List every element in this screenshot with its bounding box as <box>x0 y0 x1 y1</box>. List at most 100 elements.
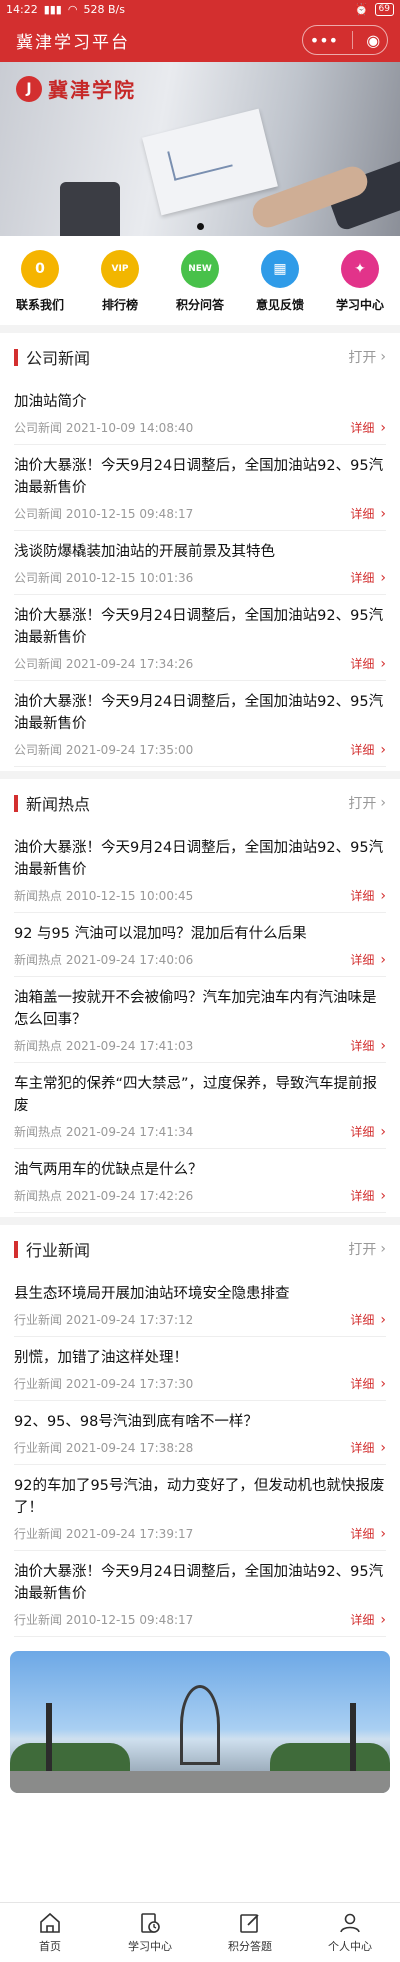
news-section-2: 行业新闻 打开 › 县生态环境局开展加油站环境安全隐患排查 行业新闻 2021-09-2… <box>0 1225 400 1637</box>
news-meta: 公司新闻 2021-10-09 14:08:40 <box>14 421 194 435</box>
quicknav-item-2[interactable]: NEW 积分问答 <box>164 250 236 313</box>
nav-bar: 冀津学习平台 ••• ◉ <box>0 18 400 62</box>
detail-link[interactable]: 详细 › <box>350 419 386 436</box>
chevron-right-icon: › <box>380 505 386 522</box>
section-title: 公司新闻 <box>26 349 91 368</box>
chevron-right-icon: › <box>380 1241 386 1257</box>
tab-0[interactable]: 首页 <box>10 1911 90 1954</box>
chevron-right-icon: › <box>380 1311 386 1328</box>
section-open-link[interactable]: 打开 › <box>348 793 386 813</box>
tab-label: 积分答题 <box>228 1940 272 1953</box>
section-title: 新闻热点 <box>26 795 91 814</box>
news-meta: 行业新闻 2021-09-24 17:39:17 <box>14 1527 194 1541</box>
detail-link[interactable]: 详细 › <box>350 1123 386 1140</box>
news-title: 92 与95 汽油可以混加吗？混加后有什么后果 <box>14 926 307 942</box>
compass-icon: ✦ <box>341 250 379 288</box>
news-section-0: 公司新闻 打开 › 加油站简介 公司新闻 2021-10-09 14:08:40 详细 › 油… <box>0 333 400 767</box>
news-item[interactable]: 油箱盖一按就开不会被偷吗？汽车加完油车内有汽油味是怎么回事？ 新闻热点 2021-… <box>14 977 386 1063</box>
news-title: 油气两用车的优缺点是什么？ <box>14 1162 203 1178</box>
calendar-icon: ▦ <box>261 250 299 288</box>
news-title: 92的车加了95号汽油，动力变好了，但发动机也就快报废了！ <box>14 1478 385 1516</box>
news-item[interactable]: 浅谈防爆橇装加油站的开展前景及其特色 公司新闻 2010-12-15 10:01:… <box>14 531 386 595</box>
detail-link[interactable]: 详细 › <box>350 505 386 522</box>
detail-link[interactable]: 详细 › <box>350 655 386 672</box>
detail-link[interactable]: 详细 › <box>350 741 386 758</box>
chevron-right-icon: › <box>380 1525 386 1542</box>
close-circle-icon[interactable]: ◉ <box>366 31 380 50</box>
chevron-right-icon: › <box>380 349 386 365</box>
logo-icon: J <box>16 75 42 102</box>
section-accent-bar <box>14 1240 18 1258</box>
quicknav-item-1[interactable]: VIP 排行榜 <box>84 250 156 313</box>
news-meta: 行业新闻 2010-12-15 09:48:17 <box>14 1613 194 1627</box>
detail-link[interactable]: 详细 › <box>350 1611 386 1628</box>
news-title: 县生态环境局开展加油站环境安全隐患排查 <box>14 1286 290 1302</box>
news-item[interactable]: 县生态环境局开展加油站环境安全隐患排查 行业新闻 2021-09-24 17:37… <box>14 1273 386 1337</box>
news-meta: 行业新闻 2021-09-24 17:37:12 <box>14 1313 194 1327</box>
news-item[interactable]: 油价大暴涨！今天9月24日调整后，全国加油站92、95汽油最新售价 新闻热点 20… <box>14 827 386 913</box>
chevron-right-icon: › <box>380 1123 386 1140</box>
news-title: 油价大暴涨！今天9月24日调整后，全国加油站92、95汽油最新售价 <box>14 458 384 496</box>
chevron-right-icon: › <box>380 1037 386 1054</box>
news-item[interactable]: 油气两用车的优缺点是什么？ 新闻热点 2021-09-24 17:42:26 详细 › <box>14 1149 386 1213</box>
quicknav-item-0[interactable]: 0 联系我们 <box>4 250 76 313</box>
tab-3[interactable]: 个人中心 <box>310 1911 390 1954</box>
bottom-banner[interactable] <box>10 1651 390 1793</box>
news-meta: 公司新闻 2021-09-24 17:34:26 <box>14 657 194 671</box>
news-meta: 行业新闻 2021-09-24 17:37:30 <box>14 1377 194 1391</box>
alarm-icon: ⏰ <box>354 2 369 16</box>
section-header: 公司新闻 打开 › <box>14 333 386 381</box>
section-open-link[interactable]: 打开 › <box>348 1239 386 1259</box>
detail-link[interactable]: 详细 › <box>350 951 386 968</box>
detail-link[interactable]: 详细 › <box>350 887 386 904</box>
study-clock-icon <box>141 1913 160 1933</box>
new-badge-icon: NEW <box>181 250 219 288</box>
news-title: 浅谈防爆橇装加油站的开展前景及其特色 <box>14 544 275 560</box>
detail-link[interactable]: 详细 › <box>350 1525 386 1542</box>
news-item[interactable]: 92的车加了95号汽油，动力变好了，但发动机也就快报废了！ 行业新闻 2021-0… <box>14 1465 386 1551</box>
section-header: 行业新闻 打开 › <box>14 1225 386 1273</box>
detail-link[interactable]: 详细 › <box>350 1037 386 1054</box>
chevron-right-icon: › <box>380 887 386 904</box>
news-item[interactable]: 92 与95 汽油可以混加吗？混加后有什么后果 新闻热点 2021-09-24 1… <box>14 913 386 977</box>
news-item[interactable]: 92、95、98号汽油到底有啥不一样？ 行业新闻 2021-09-24 17:38… <box>14 1401 386 1465</box>
detail-link[interactable]: 详细 › <box>350 1375 386 1392</box>
section-title: 行业新闻 <box>26 1241 91 1260</box>
quicknav-label: 积分问答 <box>175 298 224 312</box>
news-item[interactable]: 车主常犯的保养“四大禁忌”，过度保养，导致汽车提前报废 新闻热点 2021-09-… <box>14 1063 386 1149</box>
chevron-right-icon: › <box>380 1187 386 1204</box>
news-title: 92、95、98号汽油到底有啥不一样？ <box>14 1414 258 1430</box>
section-open-link[interactable]: 打开 › <box>348 347 386 367</box>
section-accent-bar <box>14 794 18 812</box>
news-item[interactable]: 油价大暴涨！今天9月24日调整后，全国加油站92、95汽油最新售价 公司新闻 20… <box>14 595 386 681</box>
tab-label: 首页 <box>39 1940 61 1953</box>
banner-indicator <box>0 223 400 230</box>
news-item[interactable]: 油价大暴涨！今天9月24日调整后，全国加油站92、95汽油最新售价 行业新闻 20… <box>14 1551 386 1637</box>
news-item[interactable]: 别慌，加错了油这样处理！ 行业新闻 2021-09-24 17:37:30 详细 › <box>14 1337 386 1401</box>
page-title: 冀津学习平台 <box>16 32 130 53</box>
detail-link[interactable]: 详细 › <box>350 1311 386 1328</box>
tab-2[interactable]: 积分答题 <box>210 1911 290 1954</box>
miniapp-capsule: ••• ◉ <box>302 25 388 55</box>
tab-1[interactable]: 学习中心 <box>110 1911 190 1954</box>
detail-link[interactable]: 详细 › <box>350 1439 386 1456</box>
news-meta: 新闻热点 2021-09-24 17:41:34 <box>14 1125 194 1139</box>
chevron-right-icon: › <box>380 1611 386 1628</box>
news-item[interactable]: 油价大暴涨！今天9月24日调整后，全国加油站92、95汽油最新售价 公司新闻 20… <box>14 445 386 531</box>
quicknav-item-4[interactable]: ✦ 学习中心 <box>324 250 396 313</box>
banner-logo-text: 冀津学院 <box>48 78 136 102</box>
quicknav-item-3[interactable]: ▦ 意见反馈 <box>244 250 316 313</box>
detail-link[interactable]: 详细 › <box>350 1187 386 1204</box>
chevron-right-icon: › <box>380 795 386 811</box>
section-accent-bar <box>14 348 18 366</box>
more-icon[interactable]: ••• <box>310 31 338 50</box>
status-bar: 14:22 ▮▮▮ ◠ 528 B/s ⏰ 69 <box>0 0 400 18</box>
detail-link[interactable]: 详细 › <box>350 569 386 586</box>
banner-dot[interactable] <box>196 223 204 230</box>
top-banner[interactable]: J 冀津学院 <box>0 62 400 236</box>
news-item[interactable]: 加油站简介 公司新闻 2021-10-09 14:08:40 详细 › <box>14 381 386 445</box>
quicknav-label: 学习中心 <box>335 298 384 312</box>
news-title: 油价大暴涨！今天9月24日调整后，全国加油站92、95汽油最新售价 <box>14 840 384 878</box>
news-item[interactable]: 油价大暴涨！今天9月24日调整后，全国加油站92、95汽油最新售价 公司新闻 20… <box>14 681 386 767</box>
news-meta: 新闻热点 2021-09-24 17:41:03 <box>14 1039 194 1053</box>
